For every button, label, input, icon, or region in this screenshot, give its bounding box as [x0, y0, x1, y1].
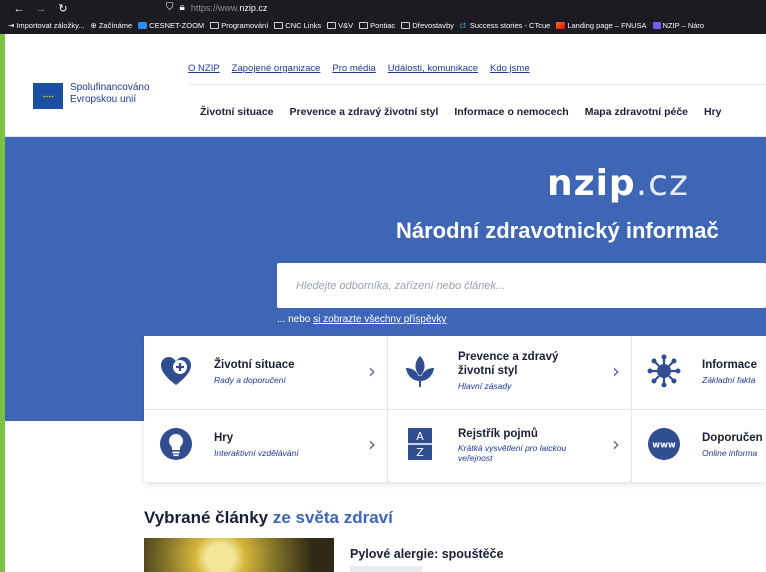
link-organizace[interactable]: Zapojené organizace [232, 63, 321, 74]
card-subtitle: Krátká vysvětlení pro laickou veřejnost [458, 443, 567, 463]
card-subtitle: Interaktivní vzdělávání [214, 448, 299, 458]
hero-title: Národní zdravotnický informač [396, 218, 719, 243]
see-all-line: ... nebo si zobrazte všechny příspěvky [277, 314, 447, 325]
bookmark-cesnet[interactable]: CESNET-ZOOM [138, 21, 204, 30]
section-title: Vybrané články ze světa zdraví [144, 508, 393, 528]
menu-prevence[interactable]: Prevence a zdravý životní styl [290, 106, 439, 118]
link-kdo-jsme[interactable]: Kdo jsme [490, 63, 530, 74]
www-icon: www [648, 428, 680, 460]
eu-stars-icon: ✦✦✦✦ [42, 93, 54, 99]
lock-icon[interactable]: 🔒︎ [180, 2, 185, 13]
see-all-prefix: ... nebo [277, 314, 314, 325]
card-hry[interactable]: Hry Interaktivní vzdělávání › [144, 409, 388, 482]
az-icon: A Z [408, 428, 432, 460]
card-title: Hry [214, 432, 234, 444]
svg-text:A: A [416, 430, 424, 443]
back-icon[interactable]: ← [8, 3, 30, 15]
see-all-link[interactable]: si zobrazte všechny příspěvky [313, 314, 446, 325]
folder-icon [359, 22, 369, 29]
card-title: Doporučen [702, 432, 763, 444]
article-tag [350, 566, 422, 572]
menu-zivotni-situace[interactable]: Životní situace [200, 106, 274, 118]
card-subtitle: Hlavní zásady [458, 381, 512, 391]
svg-text:www: www [652, 441, 676, 451]
ctcue-icon: ct [459, 21, 467, 30]
article-image[interactable] [144, 538, 334, 572]
header-divider [188, 84, 766, 85]
eu-funding-label: Spolufinancováno Evropskou unií [70, 82, 150, 106]
category-cards: Životní situace Rady a doporučení › Prev… [144, 336, 766, 482]
folder-icon [401, 22, 411, 29]
nzip-icon [652, 22, 661, 29]
link-udalosti[interactable]: Události, komunikace [388, 63, 478, 74]
eu-line-2: Evropskou unií [70, 94, 137, 105]
link-o-nzip[interactable]: O NZIP [188, 63, 220, 74]
svg-text:Z: Z [416, 446, 424, 459]
card-informace[interactable]: Informace Základní fakta [632, 336, 766, 409]
virus-icon [647, 354, 681, 388]
search-placeholder: Hledejte odborníka, zařízení nebo článek… [296, 280, 506, 292]
bookmarks-bar: ⇥ Importovat záložky... ⊕ Začínáme CESNET-… [8, 18, 766, 33]
eu-flag-logo[interactable]: ✦✦✦✦ [33, 83, 63, 109]
card-rejstrik[interactable]: A Z Rejstřík pojmů Krátká vysvětlení pro… [388, 409, 632, 482]
card-zivotni-situace[interactable]: Životní situace Rady a doporučení › [144, 336, 388, 409]
bookmark-pontiac[interactable]: Pontiac [359, 21, 395, 30]
card-subtitle: Rady a doporučení [214, 375, 286, 385]
bookmark-drevostavby[interactable]: Dřevostavby [401, 21, 454, 30]
bookmark-import[interactable]: ⇥ Importovat záložky... [8, 21, 85, 30]
card-subtitle: Základní fakta [702, 375, 756, 385]
bookmark-programovani[interactable]: Programování [210, 21, 268, 30]
card-title: Rejstřík pojmů [458, 428, 538, 440]
menu-hry[interactable]: Hry [704, 106, 722, 118]
site-logo[interactable]: nzip.cz [547, 163, 689, 204]
heart-plus-icon [161, 357, 191, 385]
globe-icon: ⊕ [90, 21, 97, 30]
card-title: Životní situace [214, 359, 295, 371]
url-text[interactable]: https://www.nzip.cz [191, 3, 268, 13]
section-title-dark: Vybrané články [144, 508, 273, 527]
chevron-right-icon: › [368, 432, 376, 456]
address-row: ← → ↻ [0, 0, 766, 17]
bookmark-fnusa[interactable]: Landing page – FNUSA [556, 21, 647, 30]
bookmark-vav[interactable]: V&V [327, 21, 353, 30]
chevron-right-icon: › [368, 359, 376, 383]
section-title-accent: ze světa zdraví [272, 508, 393, 527]
chevron-right-icon: › [612, 359, 620, 383]
logo-main: nzip [547, 163, 636, 204]
folder-icon [274, 22, 284, 29]
bookmark-zaciname[interactable]: ⊕ Začínáme [91, 21, 133, 30]
folder-icon [210, 22, 220, 29]
main-menu: Životní situace Prevence a zdravý životn… [200, 106, 722, 118]
link-pro-media[interactable]: Pro média [332, 63, 375, 74]
top-links: O NZIP Zapojené organizace Pro média Udá… [188, 63, 530, 74]
logo-tld: .cz [635, 163, 689, 204]
lightbulb-icon [160, 428, 192, 460]
card-title: Prevence a zdravý životní styl [458, 351, 559, 377]
chevron-right-icon: › [612, 432, 620, 456]
bookmark-cnc[interactable]: CNC Links [274, 21, 321, 30]
card-doporuceni[interactable]: www Doporučen Online informa [632, 409, 766, 482]
bookmark-nzip[interactable]: NZIP – Náro [652, 21, 704, 30]
leaf-icon [406, 356, 434, 387]
shield-icon[interactable]: ⛉ [166, 2, 174, 13]
article-title[interactable]: Pylové alergie: spouštěče [350, 547, 504, 561]
import-icon: ⇥ [8, 21, 15, 30]
menu-nemoci[interactable]: Informace o nemocech [454, 106, 568, 118]
zoom-icon [138, 22, 148, 29]
fnusa-icon [556, 22, 566, 29]
card-prevence[interactable]: Prevence a zdravý životní styl Hlavní zá… [388, 336, 632, 409]
card-subtitle: Online informa [702, 448, 758, 458]
reload-icon[interactable]: ↻ [52, 2, 74, 15]
card-title: Informace [702, 359, 757, 371]
bookmark-ctcue[interactable]: ct Success stories - CTcue [460, 21, 550, 30]
menu-mapa[interactable]: Mapa zdravotní péče [585, 106, 688, 118]
folder-icon [327, 22, 337, 29]
eu-line-1: Spolufinancováno [70, 82, 150, 93]
forward-icon[interactable]: → [30, 3, 52, 15]
url-bar[interactable]: ⛉ 🔒︎ https://www.nzip.cz [166, 2, 267, 13]
